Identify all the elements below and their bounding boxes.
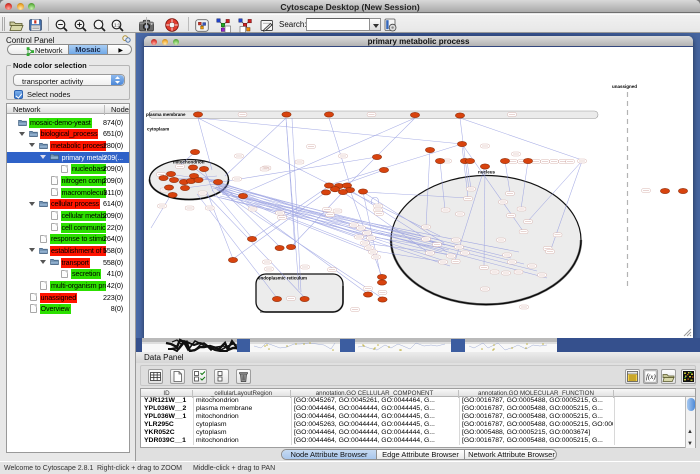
svg-text:cytoplasm: cytoplasm <box>147 127 169 132</box>
svg-text:1:1: 1:1 <box>114 23 121 28</box>
svg-text:endoplasmic reticulum: endoplasmic reticulum <box>258 276 307 281</box>
svg-text:f(x): f(x) <box>646 373 656 381</box>
svg-text:unassigned: unassigned <box>612 84 637 89</box>
svg-text:nucleus: nucleus <box>478 170 496 175</box>
svg-text:plasma membrane: plasma membrane <box>146 112 186 117</box>
svg-text:mitochondrion: mitochondrion <box>173 160 205 165</box>
